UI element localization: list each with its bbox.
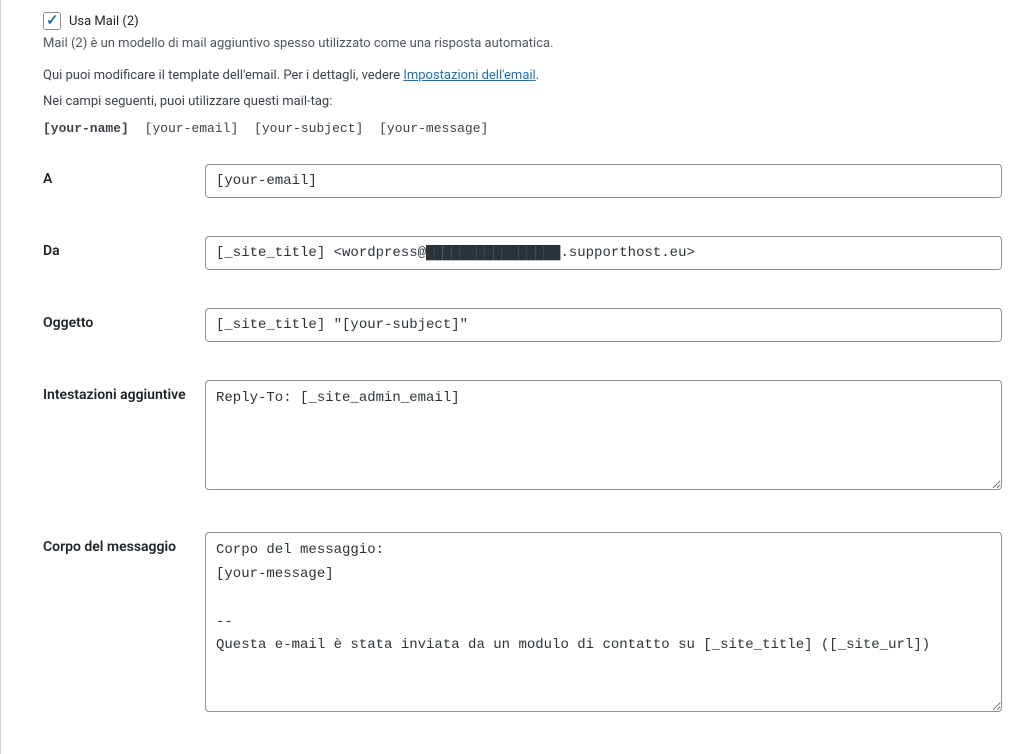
row-headers: Intestazioni aggiuntive <box>43 380 1008 494</box>
use-mail2-label: Usa Mail (2) <box>69 14 139 29</box>
mail2-description: Mail (2) è un modello di mail aggiuntivo… <box>43 36 1008 51</box>
textarea-body[interactable] <box>205 532 1002 712</box>
row-to: A <box>43 164 1008 198</box>
label-headers: Intestazioni aggiuntive <box>43 380 205 406</box>
use-mail2-row: Usa Mail (2) <box>43 12 1008 30</box>
mail-tags: [your-name] [your-email] [your-subject] … <box>43 117 1008 136</box>
mail2-settings-panel: Usa Mail (2) Mail (2) è un modello di ma… <box>0 0 1024 754</box>
input-to[interactable] <box>205 164 1002 198</box>
tag-your-name: [your-name] <box>43 121 129 136</box>
use-mail2-checkbox[interactable] <box>43 12 61 30</box>
tag-your-email: [your-email] <box>145 121 239 136</box>
label-subject: Oggetto <box>43 308 205 334</box>
textarea-headers[interactable] <box>205 380 1002 490</box>
tag-your-message: [your-message] <box>379 121 488 136</box>
instructions-prefix: Qui puoi modificare il template dell'ema… <box>43 68 403 83</box>
tag-your-subject: [your-subject] <box>254 121 363 136</box>
label-to: A <box>43 164 205 190</box>
instructions-line2: Nei campi seguenti, puoi utilizzare ques… <box>43 91 1008 113</box>
email-settings-link[interactable]: Impostazioni dell'email <box>403 68 535 83</box>
input-subject[interactable] <box>205 308 1002 342</box>
input-from[interactable] <box>205 236 1002 270</box>
row-from: Da <box>43 236 1008 270</box>
row-subject: Oggetto <box>43 308 1008 342</box>
instructions-suffix: . <box>536 68 539 83</box>
instructions-line1: Qui puoi modificare il template dell'ema… <box>43 65 1008 87</box>
label-body: Corpo del messaggio <box>43 532 205 558</box>
row-body: Corpo del messaggio <box>43 532 1008 716</box>
label-from: Da <box>43 236 205 262</box>
